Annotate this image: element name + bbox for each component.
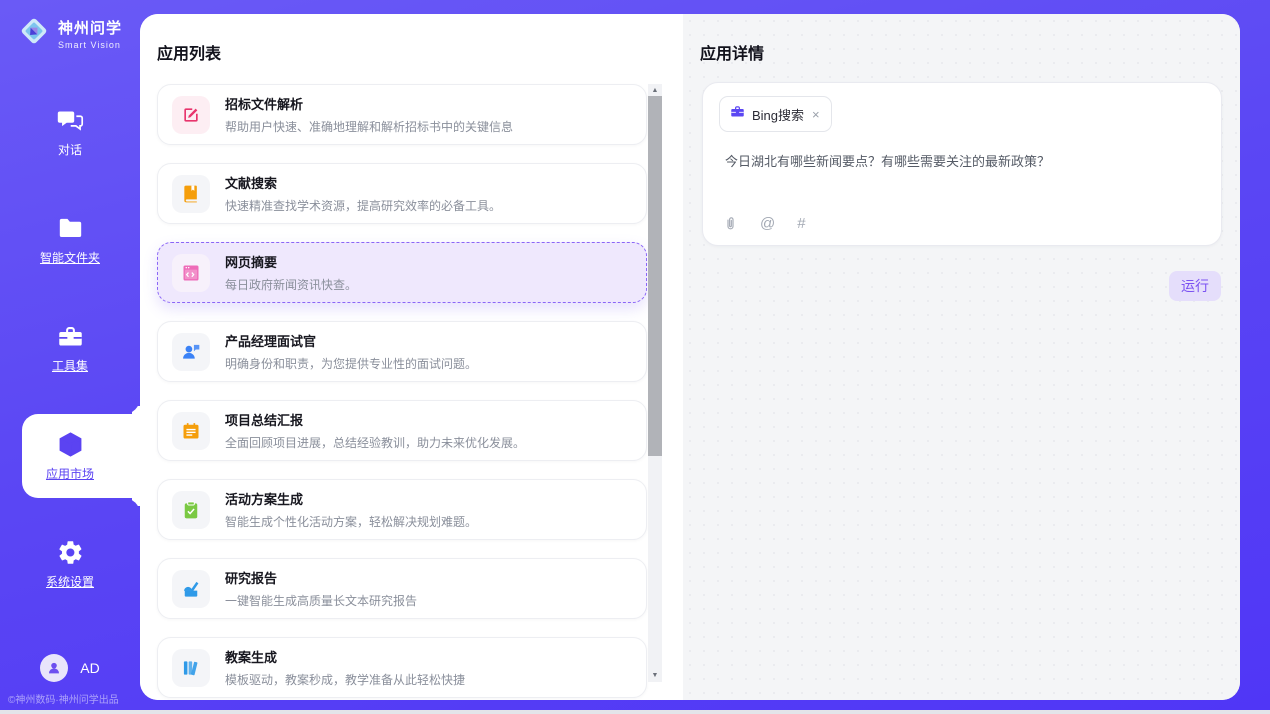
app-card-title: 教案生成 [225,647,465,666]
content-frame: 应用列表 招标文件解析 帮助用户快速、准确地理解和解析招标书中的关键信息 文献搜… [140,14,1240,700]
sidebar-item-toolset[interactable]: 工具集 [0,316,140,380]
sidebar-item-label: 系统设置 [46,573,94,590]
sidebar-item-chat[interactable]: 对话 [0,100,140,164]
app-card-title: 招标文件解析 [225,94,513,113]
gear-icon [57,539,84,566]
app-card-research-report[interactable]: 研究报告 一键智能生成高质量长文本研究报告 [157,558,647,619]
window-bottom-edge [0,710,1270,714]
clipboard-check-icon [172,491,210,529]
app-card-desc: 智能生成个性化活动方案，轻松解决规划难题。 [225,513,477,530]
prompt-input[interactable]: 今日湖北有哪些新闻要点？有哪些需要关注的最新政策？ [725,151,1195,170]
sidebar-nav: 对话 智能文件夹 工具集 应用市场 [0,100,140,640]
app-card-desc: 帮助用户快速、准确地理解和解析招标书中的关键信息 [225,118,513,135]
app-card-desc: 快速精准查找学术资源，提高研究效率的必备工具。 [225,197,501,214]
brand-logo: 神州问学 Smart Vision [18,15,122,52]
account-button[interactable]: AD [0,654,140,682]
app-card-bid-parse[interactable]: 招标文件解析 帮助用户快速、准确地理解和解析招标书中的关键信息 [157,84,647,145]
app-card-title: 网页摘要 [225,252,357,271]
diamond-logo-icon [18,15,50,52]
app-card-desc: 模板驱动，教案秒成，教学准备从此轻松快捷 [225,671,465,688]
sidebar-item-smart-folder[interactable]: 智能文件夹 [0,208,140,272]
app-card-title: 文献搜索 [225,173,501,192]
tool-tag-bing-search[interactable]: Bing搜索 × [719,96,832,132]
app-card-web-summary[interactable]: 网页摘要 每日政府新闻资讯快查。 [157,242,647,303]
app-card-desc: 全面回顾项目进展，总结经验教训，助力未来优化发展。 [225,434,525,451]
account-name: AD [80,660,99,676]
prompt-card: Bing搜索 × 今日湖北有哪些新闻要点？有哪些需要关注的最新政策？ @ # [702,82,1222,246]
tab-curve-bottom [124,498,140,514]
app-list-panel: 应用列表 招标文件解析 帮助用户快速、准确地理解和解析招标书中的关键信息 文献搜… [140,14,683,700]
app-card-project-summary[interactable]: 项目总结汇报 全面回顾项目进展，总结经验教训，助力未来优化发展。 [157,400,647,461]
mention-icon[interactable]: @ [760,215,775,232]
sidebar: 神州问学 Smart Vision 对话 智能文件夹 工具集 [0,0,140,714]
app-card-desc: 每日政府新闻资讯快查。 [225,276,357,293]
sidebar-item-label: 智能文件夹 [40,249,100,266]
sidebar-footer: ©神州数码·神州问学出品 [8,691,119,706]
scrollbar-thumb[interactable] [648,96,662,456]
scroll-down-arrow-icon[interactable]: ▼ [648,669,662,682]
app-card-title: 项目总结汇报 [225,410,525,429]
run-button[interactable]: 运行 [1169,271,1221,301]
app-card-title: 研究报告 [225,568,417,587]
app-card-event-plan[interactable]: 活动方案生成 智能生成个性化活动方案，轻松解决规划难题。 [157,479,647,540]
app-card-lesson-plan[interactable]: 教案生成 模板驱动，教案秒成，教学准备从此轻松快捷 [157,637,647,698]
document-edit-icon [172,96,210,134]
scrollbar[interactable]: ▲ ▼ [648,84,662,682]
app-card-desc: 一键智能生成高质量长文本研究报告 [225,592,417,609]
interviewer-icon [172,333,210,371]
avatar [40,654,68,682]
brand-name: 神州问学 [58,17,122,38]
app-detail-title: 应用详情 [700,40,764,64]
folder-icon [57,215,84,242]
app-list-title: 应用列表 [157,40,221,64]
hash-icon[interactable]: # [797,215,805,232]
briefcase-icon [730,104,745,124]
brand-subtitle: Smart Vision [58,40,122,50]
app-card-literature-search[interactable]: 文献搜索 快速精准查找学术资源，提高研究效率的必备工具。 [157,163,647,224]
app-list: 招标文件解析 帮助用户快速、准确地理解和解析招标书中的关键信息 文献搜索 快速精… [157,84,647,700]
sidebar-item-label: 工具集 [52,357,88,374]
app-detail-panel: 应用详情 Bing搜索 × 今日湖北有哪些新闻要点？有哪些需要关注的最新政策？ … [683,14,1240,700]
chat-icon [57,107,84,134]
toolbox-icon [57,323,84,350]
books-icon [172,649,210,687]
tab-curve-top [124,398,140,414]
browser-icon [172,254,210,292]
sidebar-item-label: 应用市场 [46,465,94,482]
book-icon [172,175,210,213]
sidebar-item-settings[interactable]: 系统设置 [0,532,140,596]
app-card-title: 产品经理面试官 [225,331,477,350]
cube-icon [57,431,84,458]
attachment-toolbar: @ # [723,215,806,232]
paperclip-icon[interactable] [723,215,738,232]
app-card-title: 活动方案生成 [225,489,477,508]
research-icon [172,570,210,608]
sidebar-item-label: 对话 [58,141,82,158]
app-card-desc: 明确身份和职责，为您提供专业性的面试问题。 [225,355,477,372]
close-icon[interactable]: × [811,108,821,121]
calendar-icon [172,412,210,450]
sidebar-item-app-market[interactable]: 应用市场 [0,424,140,488]
app-card-pm-interviewer[interactable]: 产品经理面试官 明确身份和职责，为您提供专业性的面试问题。 [157,321,647,382]
tool-tag-label: Bing搜索 [752,105,804,124]
